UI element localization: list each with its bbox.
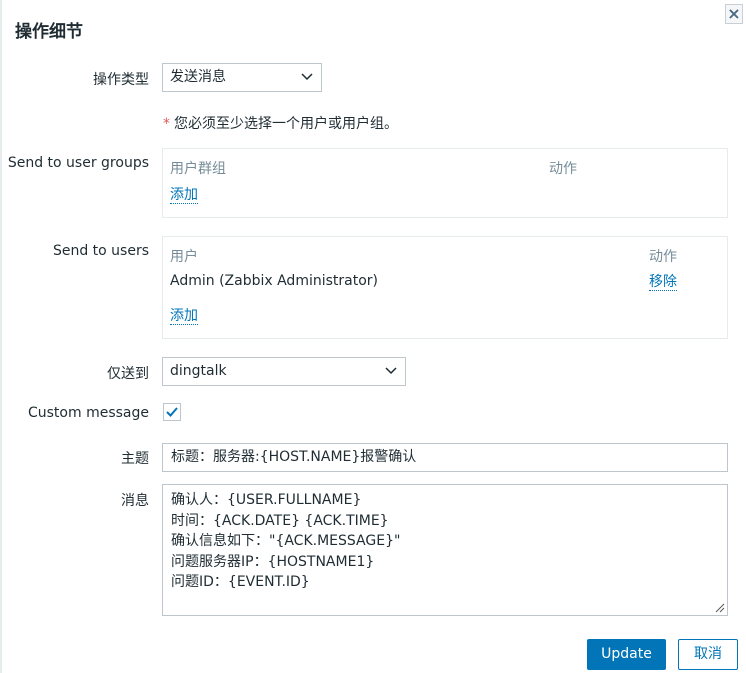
subject-label: 主题: [121, 451, 149, 467]
user-row-remove-link[interactable]: 移除: [649, 274, 677, 291]
left-border: [0, 0, 2, 673]
cancel-button[interactable]: 取消: [678, 639, 738, 670]
subject-input[interactable]: 标题：服务器:{HOST.NAME}报警确认: [162, 443, 728, 472]
message-line: 确认人：{USER.FULLNAME}: [171, 492, 362, 508]
message-line: 问题ID：{EVENT.ID}: [171, 574, 310, 590]
close-button[interactable]: ×: [725, 4, 743, 24]
chevron-down-icon: [385, 367, 397, 375]
user-groups-label: Send to user groups: [7, 155, 149, 171]
message-line: 确认信息如下："{ACK.MESSAGE}": [171, 533, 401, 549]
user-row-name: Admin (Zabbix Administrator): [170, 273, 378, 289]
users-col-user: 用户: [170, 249, 198, 265]
close-icon: ×: [727, 4, 741, 23]
operation-type-label: 操作类型: [93, 72, 149, 88]
user-groups-add-link[interactable]: 添加: [170, 187, 198, 204]
required-note: * 您必须至少选择一个用户或用户组。: [163, 113, 398, 133]
message-line: 问题服务器IP：{HOSTNAME1}: [171, 553, 375, 570]
message-label: 消息: [121, 493, 149, 509]
operation-type-select[interactable]: 发送消息: [162, 63, 322, 92]
user-groups-col-group: 用户群组: [170, 161, 226, 177]
message-textarea[interactable]: 确认人：{USER.FULLNAME} 时间：{ACK.DATE} {ACK.T…: [162, 484, 728, 616]
message-line: 时间：{ACK.DATE} {ACK.TIME}: [171, 512, 389, 529]
resize-grip-icon[interactable]: [715, 603, 725, 613]
user-groups-table: 用户群组 动作 添加: [162, 148, 728, 218]
required-note-text: 您必须至少选择一个用户或用户组。: [174, 116, 398, 132]
users-add-link[interactable]: 添加: [170, 308, 198, 325]
send-only-to-value: dingtalk: [170, 363, 227, 379]
users-label: Send to users: [52, 243, 149, 259]
send-only-to-select[interactable]: dingtalk: [162, 357, 406, 386]
user-groups-col-action: 动作: [549, 161, 577, 177]
operation-details-dialog: 操作细节 × 操作类型 发送消息 * 您必须至少选择一个用户或用户组。 Send …: [0, 0, 746, 673]
users-table: 用户 动作 Admin (Zabbix Administrator) 移除 添加: [162, 236, 728, 339]
custom-message-checkbox[interactable]: [163, 403, 181, 421]
update-button[interactable]: Update: [587, 639, 666, 670]
users-col-action: 动作: [649, 249, 677, 265]
chevron-down-icon: [301, 73, 313, 81]
dialog-title: 操作细节: [15, 22, 83, 42]
check-icon: [166, 407, 178, 417]
custom-message-label: Custom message: [27, 405, 149, 421]
required-star: *: [163, 116, 170, 132]
operation-type-value: 发送消息: [170, 69, 226, 85]
send-only-to-label: 仅送到: [107, 366, 149, 382]
